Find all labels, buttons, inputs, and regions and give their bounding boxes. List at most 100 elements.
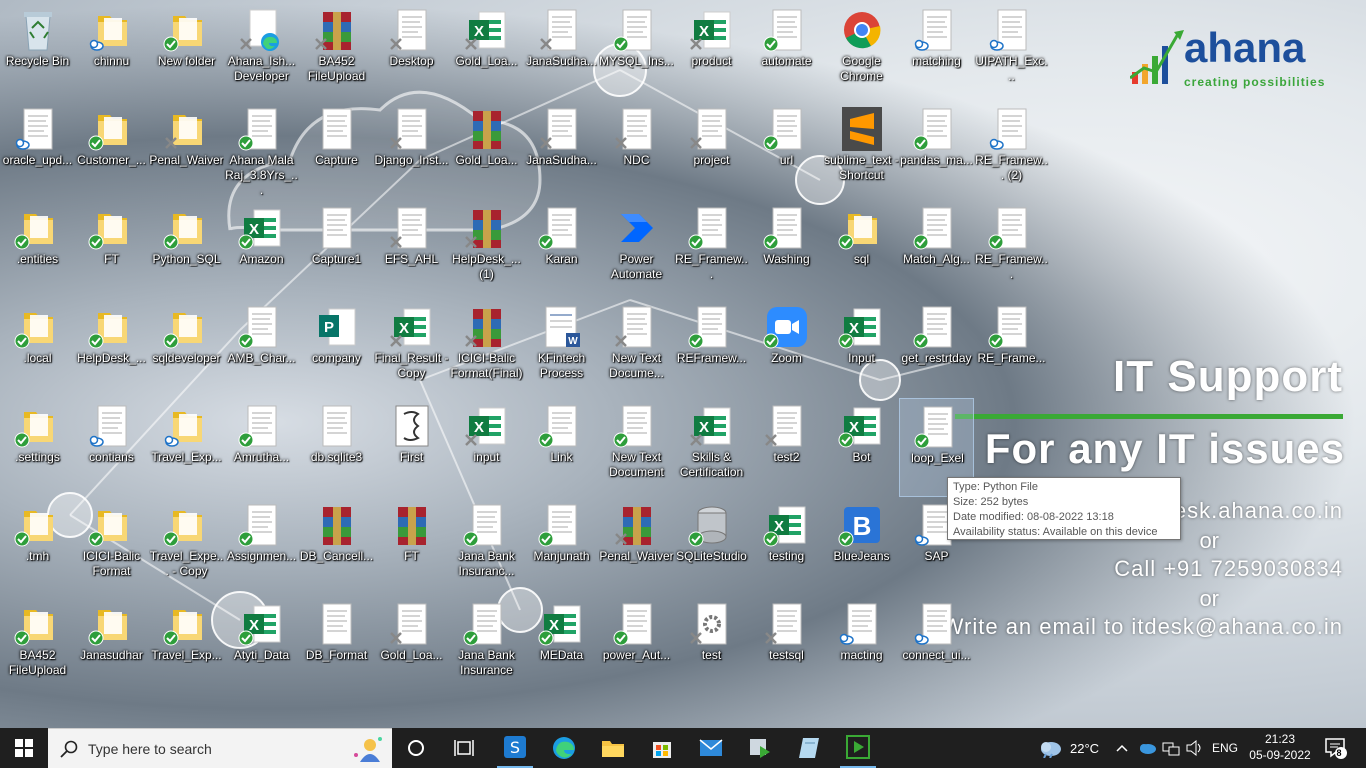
- desktop-icon[interactable]: power_Aut...: [599, 596, 674, 695]
- desktop-icon[interactable]: JanaSudha...: [524, 101, 599, 200]
- desktop-icon[interactable]: oracle_upd...: [0, 101, 75, 200]
- cortana-button[interactable]: [398, 728, 434, 768]
- desktop-icon[interactable]: Jana Bank Insurance: [449, 596, 524, 695]
- desktop-icon[interactable]: W KFintech Process: [524, 299, 599, 398]
- desktop-icon[interactable]: DB_Format: [299, 596, 374, 695]
- desktop-icon[interactable]: Penal_Waiver: [599, 497, 674, 596]
- desktop-icon[interactable]: Janasudhar: [74, 596, 149, 695]
- desktop-icon[interactable]: Power Automate: [599, 200, 674, 299]
- desktop-icon[interactable]: Zoom: [749, 299, 824, 398]
- desktop-icon[interactable]: ICICI-Balic Format: [74, 497, 149, 596]
- desktop-icon[interactable]: EFS_AHL: [374, 200, 449, 299]
- desktop-icon[interactable]: DB_Cancell...: [299, 497, 374, 596]
- desktop-icon[interactable]: automate: [749, 2, 824, 101]
- taskbar-search-box[interactable]: Type here to search: [48, 728, 392, 768]
- desktop-icon[interactable]: UIPATH_Exc...: [974, 2, 1049, 101]
- desktop-icon[interactable]: Capture: [299, 101, 374, 200]
- desktop-icon[interactable]: Jana Bank Insuranc...: [449, 497, 524, 596]
- desktop-icon[interactable]: SQLiteStudio: [674, 497, 749, 596]
- desktop-icon[interactable]: X Skills & Certification: [674, 398, 749, 497]
- desktop-icon[interactable]: .local: [0, 299, 75, 398]
- desktop-icon[interactable]: .settings: [0, 398, 75, 497]
- desktop-icon[interactable]: test: [674, 596, 749, 695]
- desktop-icon[interactable]: Karan: [524, 200, 599, 299]
- taskbar-app-notes[interactable]: [791, 728, 827, 768]
- desktop-icon[interactable]: Capture1: [299, 200, 374, 299]
- taskbar-app-mail[interactable]: [693, 728, 729, 768]
- input-language-tray[interactable]: ENG: [1212, 728, 1238, 768]
- desktop-icon[interactable]: REFramew...: [674, 299, 749, 398]
- desktop-icon[interactable]: sql: [824, 200, 899, 299]
- desktop-icon[interactable]: Recycle Bin: [0, 2, 75, 101]
- desktop-icon[interactable]: Google Chrome: [824, 2, 899, 101]
- desktop-icon[interactable]: Ahana Mala Raj_3.8Yrs_...: [224, 101, 299, 200]
- desktop-icon[interactable]: MYSQL_Ins...: [599, 2, 674, 101]
- desktop-icon[interactable]: Travel_Exp...: [149, 398, 224, 497]
- desktop-icon[interactable]: contians: [74, 398, 149, 497]
- desktop-icon[interactable]: AMB_Char...: [224, 299, 299, 398]
- desktop-icon[interactable]: ICICI-Balic Format(Final): [449, 299, 524, 398]
- desktop-icon[interactable]: Xproduct: [674, 2, 749, 101]
- desktop-icon[interactable]: .tmh: [0, 497, 75, 596]
- desktop-icon[interactable]: test2: [749, 398, 824, 497]
- desktop-icon[interactable]: X Gold_Loa...: [449, 2, 524, 101]
- desktop-icon[interactable]: testsql: [749, 596, 824, 695]
- desktop-icon[interactable]: sublime_text - Shortcut: [824, 101, 899, 200]
- desktop-icon[interactable]: FT: [74, 200, 149, 299]
- desktop-icon[interactable]: project: [674, 101, 749, 200]
- desktop-icon[interactable]: BA452 FileUpload: [299, 2, 374, 101]
- taskbar-app-edge[interactable]: [546, 728, 582, 768]
- task-view-button[interactable]: [446, 728, 482, 768]
- desktop-icon[interactable]: db.sqlite3: [299, 398, 374, 497]
- network-tray[interactable]: [1162, 728, 1180, 768]
- desktop-icon[interactable]: X Amazon: [224, 200, 299, 299]
- desktop-icon[interactable]: Ahana_Ish... Developer: [224, 2, 299, 101]
- volume-tray[interactable]: [1186, 728, 1204, 768]
- desktop-icon[interactable]: matching: [899, 2, 974, 101]
- desktop-icon[interactable]: Manjunath: [524, 497, 599, 596]
- desktop-icon[interactable]: Xtesting: [749, 497, 824, 596]
- desktop-icon[interactable]: RE_Frame...: [974, 299, 1049, 398]
- desktop-icon[interactable]: sqldeveloper: [149, 299, 224, 398]
- desktop-icon[interactable]: B BlueJeans: [824, 497, 899, 596]
- desktop-icon[interactable]: Amrutha...: [224, 398, 299, 497]
- desktop-icon[interactable]: New folder: [149, 2, 224, 101]
- desktop-icon[interactable]: BA452 FileUpload: [0, 596, 75, 695]
- desktop-icon[interactable]: X MEData: [524, 596, 599, 695]
- desktop-icon[interactable]: chinnu: [74, 2, 149, 101]
- desktop-icon[interactable]: Penal_Waiver: [149, 101, 224, 200]
- desktop-icon[interactable]: Desktop: [374, 2, 449, 101]
- desktop-icon[interactable]: X Bot: [824, 398, 899, 497]
- desktop-icon[interactable]: get_restrtday: [899, 299, 974, 398]
- desktop-icon[interactable]: New Text Document: [599, 398, 674, 497]
- desktop-icon[interactable]: Pcompany: [299, 299, 374, 398]
- desktop-icon[interactable]: NDC: [599, 101, 674, 200]
- desktop-icon[interactable]: HelpDesk_...: [74, 299, 149, 398]
- desktop-icon[interactable]: FT: [374, 497, 449, 596]
- desktop-icon[interactable]: X Final_Result - Copy: [374, 299, 449, 398]
- taskbar-clock[interactable]: 21:23 05-09-2022: [1248, 731, 1312, 763]
- desktop-icon[interactable]: Django_Inst...: [374, 101, 449, 200]
- desktop-icon[interactable]: First: [374, 398, 449, 497]
- desktop-icon[interactable]: Washing: [749, 200, 824, 299]
- desktop-icon[interactable]: Gold_Loa...: [449, 101, 524, 200]
- show-hidden-icons-button[interactable]: [1114, 728, 1130, 768]
- desktop-icon[interactable]: Match_Alg...: [899, 200, 974, 299]
- desktop-icon[interactable]: X Input: [824, 299, 899, 398]
- desktop-icon[interactable]: RE_Framew...: [974, 200, 1049, 299]
- desktop-icon[interactable]: Travel_Exp...: [149, 596, 224, 695]
- notification-center-button[interactable]: 8: [1322, 728, 1350, 768]
- desktop-icon[interactable]: Link: [524, 398, 599, 497]
- desktop-icon[interactable]: Travel_Expe... - Copy: [149, 497, 224, 596]
- desktop-icon[interactable]: url: [749, 101, 824, 200]
- desktop-icon[interactable]: Xinput: [449, 398, 524, 497]
- taskbar-app-sharepoint[interactable]: S: [497, 728, 533, 768]
- onedrive-tray[interactable]: [1138, 728, 1156, 768]
- taskbar-app-power-automate-player[interactable]: [840, 728, 876, 768]
- desktop-icon[interactable]: RE_Framew...: [674, 200, 749, 299]
- desktop-icon[interactable]: JanaSudha...: [524, 2, 599, 101]
- start-button[interactable]: [0, 728, 48, 768]
- desktop-icon[interactable]: Python_SQL: [149, 200, 224, 299]
- desktop-icon[interactable]: Assignmen...: [224, 497, 299, 596]
- desktop-icon[interactable]: connect_ui...: [899, 596, 974, 695]
